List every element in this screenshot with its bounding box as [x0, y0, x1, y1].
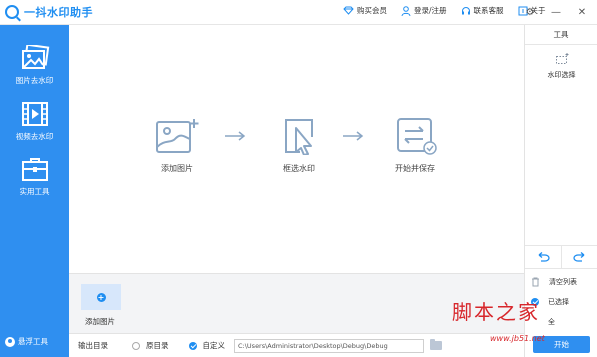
sidebar-item-label: 视频去水印: [15, 132, 54, 141]
contact-support-link[interactable]: 联系客服: [461, 5, 504, 16]
redo-button[interactable]: [561, 246, 597, 268]
undo-redo-row: [525, 245, 597, 269]
add-image-label: 添加图片: [85, 317, 115, 326]
title-bar: 一抖水印助手 购买会员 登录/注册 联系客服 关于 ⚙ — ✕: [0, 0, 597, 25]
contact-support-label: 联系客服: [473, 6, 504, 15]
headset-icon: [461, 6, 470, 14]
watermark-select-label: 水印选择: [547, 71, 576, 79]
step-select-watermark[interactable]: 框选水印: [259, 117, 339, 174]
step-add-image[interactable]: 添加图片: [137, 117, 217, 174]
original-dir-label: 原目录: [146, 341, 169, 350]
workflow-stage: 添加图片 框选水印 开始并保存: [69, 25, 524, 273]
film-icon: [21, 102, 48, 126]
all-label: 全: [548, 318, 555, 326]
diamond-icon: [343, 6, 354, 15]
output-bar: 输出目录 原目录 自定义: [69, 333, 524, 357]
step-label: 框选水印: [283, 164, 315, 173]
redo-icon: [573, 252, 585, 262]
select-cursor-icon: [285, 119, 313, 155]
floating-tools-icon: [5, 336, 15, 347]
close-button[interactable]: ✕: [575, 5, 589, 19]
image-stack-icon: [21, 45, 49, 69]
user-icon: [401, 5, 411, 16]
sidebar-item-label: 图片去水印: [15, 76, 54, 85]
sidebar-item-label: 实用工具: [19, 187, 50, 196]
site-watermark: 脚本之家: [452, 300, 540, 324]
plus-icon: +: [96, 292, 106, 302]
buy-membership-link[interactable]: 购买会员: [343, 5, 387, 16]
trash-icon: [532, 277, 539, 287]
floating-tools-button[interactable]: 悬浮工具: [5, 336, 48, 347]
radio-custom-dir[interactable]: [188, 341, 197, 350]
folder-icon[interactable]: [430, 339, 442, 350]
step-label: 开始并保存: [395, 164, 435, 173]
minimize-button[interactable]: —: [549, 5, 563, 19]
sidebar: 图片去水印 视频去水印 实用工具 悬浮工具: [0, 25, 69, 357]
logo-icon: [5, 5, 19, 19]
add-image-icon: [156, 119, 199, 153]
tool-panel-title: 工具: [525, 25, 597, 45]
step-label: 添加图片: [161, 164, 193, 173]
swap-save-icon: [397, 118, 437, 155]
undo-button[interactable]: [525, 246, 561, 268]
undo-icon: [538, 252, 550, 262]
login-register-link[interactable]: 登录/注册: [401, 5, 447, 16]
arrow-right-icon: [343, 131, 364, 141]
clear-list-label: 清空列表: [549, 278, 577, 286]
login-register-label: 登录/注册: [414, 6, 447, 15]
settings-button[interactable]: ⚙: [523, 5, 537, 19]
sidebar-item-tools[interactable]: 实用工具: [0, 156, 69, 210]
clear-list-button[interactable]: 清空列表: [531, 277, 577, 287]
toolbox-icon: [21, 158, 48, 181]
floating-tools-label: 悬浮工具: [18, 337, 48, 346]
buy-membership-label: 购买会员: [357, 6, 387, 15]
output-path-input[interactable]: [234, 338, 424, 353]
add-image-tile[interactable]: +: [81, 284, 121, 310]
marquee-select-icon: [555, 53, 568, 64]
output-dir-label: 输出目录: [78, 341, 108, 350]
app-title: 一抖水印助手: [24, 6, 93, 19]
custom-dir-label: 自定义: [202, 341, 226, 350]
sidebar-item-image-watermark[interactable]: 图片去水印: [0, 45, 69, 99]
app-logo: 一抖水印助手: [5, 4, 93, 20]
site-watermark-url: www.jb51.net: [490, 334, 545, 343]
selected-label: 已选择: [548, 298, 569, 306]
radio-original-dir[interactable]: [132, 341, 140, 350]
arrow-right-icon: [225, 131, 246, 141]
watermark-select-tool[interactable]: 水印选择: [525, 53, 597, 80]
step-start-save[interactable]: 开始并保存: [375, 117, 455, 174]
sidebar-item-video-watermark[interactable]: 视频去水印: [0, 101, 69, 155]
